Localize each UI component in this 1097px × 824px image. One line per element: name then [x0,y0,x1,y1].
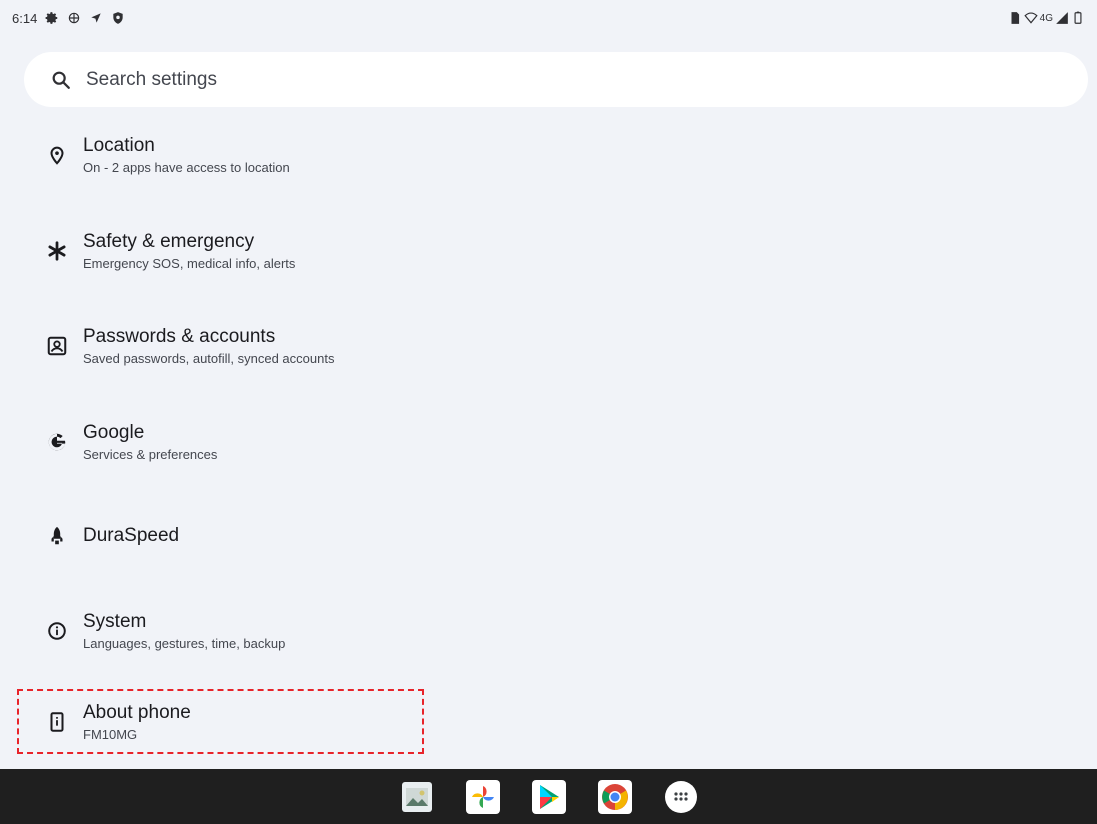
setting-title: Location [83,134,155,156]
gallery-app-icon[interactable] [399,779,435,815]
rocket-icon [44,523,70,549]
chrome-icon[interactable] [597,779,633,815]
setting-subtitle: Saved passwords, autofill, synced accoun… [83,350,335,366]
settings-gear-icon [45,11,59,25]
location-pin-icon [44,142,70,168]
setting-title: Google [83,421,145,443]
vpn-globe-icon [67,11,81,25]
setting-title: System [83,610,147,632]
wifi-icon [1024,11,1038,25]
app-drawer-icon[interactable] [663,779,699,815]
network-type-label: 4G [1039,12,1053,24]
play-store-icon[interactable] [531,779,567,815]
account-box-icon [44,333,70,359]
setting-item-safety-emergency[interactable]: Safety & emergency Emergency SOS, medica… [0,216,1097,286]
status-bar-right: 4G [1008,11,1085,25]
status-bar: 6:14 4G [0,0,1097,36]
cell-signal-icon [1055,11,1069,25]
setting-item-passwords-accounts[interactable]: Passwords & accounts Saved passwords, au… [0,311,1097,381]
highlight-box [17,689,424,754]
setting-subtitle: On - 2 apps have access to location [83,159,290,175]
search-icon [50,69,72,91]
setting-subtitle: Languages, gestures, time, backup [83,635,286,651]
battery-icon [1071,11,1085,25]
sim-card-icon [1008,11,1022,25]
setting-item-location[interactable]: Location On - 2 apps have access to loca… [0,120,1097,190]
status-time: 6:14 [12,10,38,26]
setting-title: DuraSpeed [83,525,180,546]
setting-item-google[interactable]: Google Services & preferences [0,407,1097,477]
search-bar[interactable]: Search settings [24,52,1088,107]
setting-item-system[interactable]: System Languages, gestures, time, backup [0,596,1097,666]
setting-item-duraspeed[interactable]: DuraSpeed [0,501,1097,571]
setting-title: Safety & emergency [83,230,255,252]
setting-subtitle: Services & preferences [83,446,218,462]
status-bar-left: 6:14 [12,11,125,26]
asterisk-icon [44,238,70,264]
setting-title: Passwords & accounts [83,325,276,347]
info-icon [44,618,70,644]
taskbar [0,769,1097,824]
search-placeholder: Search settings [86,68,217,90]
photos-pinwheel-icon[interactable] [465,779,501,815]
google-g-icon [44,429,70,455]
navigation-arrow-icon [89,11,103,25]
shield-icon [111,11,125,25]
setting-subtitle: Emergency SOS, medical info, alerts [83,255,296,271]
